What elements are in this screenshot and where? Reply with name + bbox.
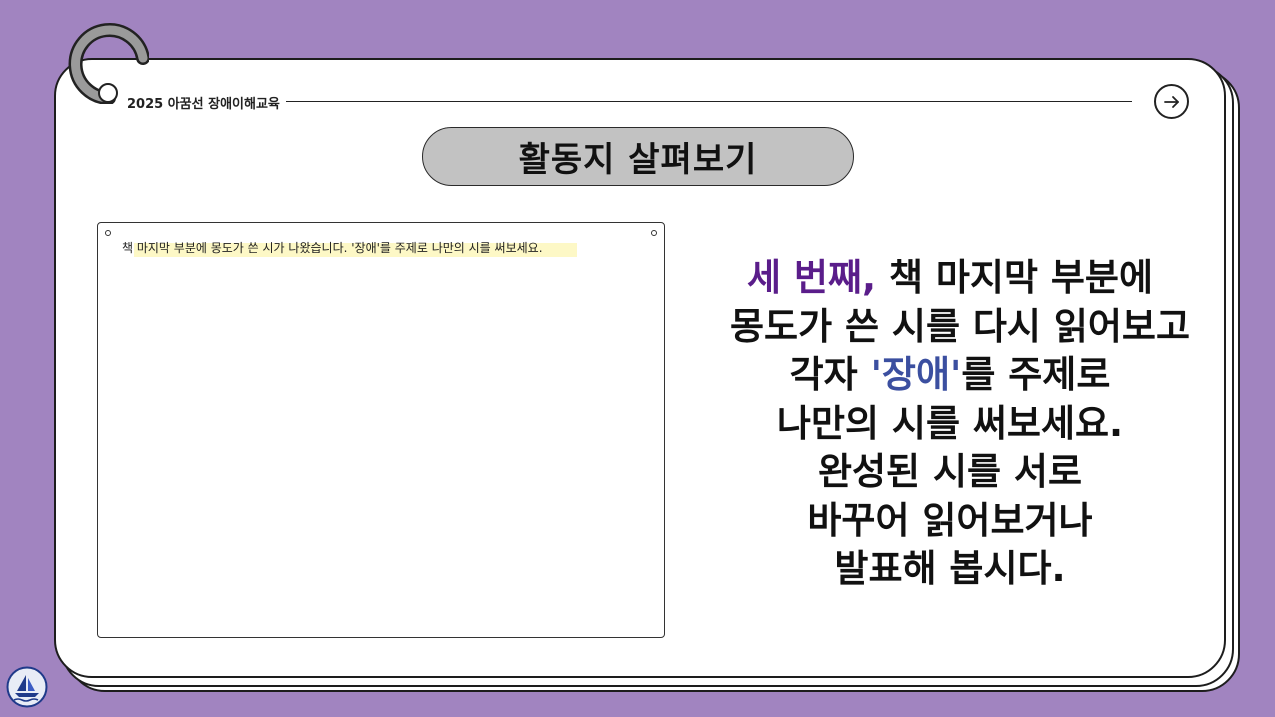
- header-label: 2025 아꿈선 장애이해교육: [127, 97, 280, 112]
- title-pill: 활동지 살펴보기: [422, 127, 854, 186]
- worksheet-prompt: 책 마지막 부분에 몽도가 쓴 시가 나왔습니다. '장애'를 주제로 나만의 …: [122, 241, 543, 255]
- instruction-line-3-post: 를 주제로: [961, 353, 1111, 396]
- instruction-line-3: 각자 '장애'를 주제로: [730, 351, 1170, 400]
- header-divider: [286, 101, 1132, 102]
- punch-hole-right: [651, 230, 657, 236]
- arrow-right-icon: [1163, 95, 1179, 108]
- step-label: 세 번째,: [747, 256, 877, 299]
- instruction-line-6: 바꾸어 읽어보거나: [807, 498, 1093, 542]
- binder-ring-icon: [68, 23, 149, 104]
- instruction-line-2: 몽도가 쓴 시를 다시 읽어보고: [730, 304, 1191, 348]
- punch-hole-left: [105, 230, 111, 236]
- instruction-line-3-pre: 각자: [789, 353, 871, 396]
- next-button[interactable]: [1154, 84, 1189, 119]
- worksheet-preview: 책 마지막 부분에 몽도가 쓴 시가 나왔습니다. '장애'를 주제로 나만의 …: [97, 222, 665, 638]
- instruction-line-7: 발표해 봅시다.: [834, 547, 1066, 590]
- sailboat-logo-icon: [6, 666, 48, 708]
- instruction-line-4: 나만의 시를 써보세요.: [776, 401, 1124, 445]
- instruction-line-1-text: 책 마지막 부분에: [876, 256, 1153, 299]
- page-title: 활동지 살펴보기: [518, 140, 758, 180]
- topic-keyword: '장애': [870, 353, 962, 396]
- instructions: 세 번째, 책 마지막 부분에 몽도가 쓴 시를 다시 읽어보고 각자 '장애'…: [730, 254, 1191, 594]
- instruction-line-1: 세 번째, 책 마지막 부분에: [730, 254, 1170, 303]
- instruction-line-5: 완성된 시를 서로: [817, 450, 1083, 493]
